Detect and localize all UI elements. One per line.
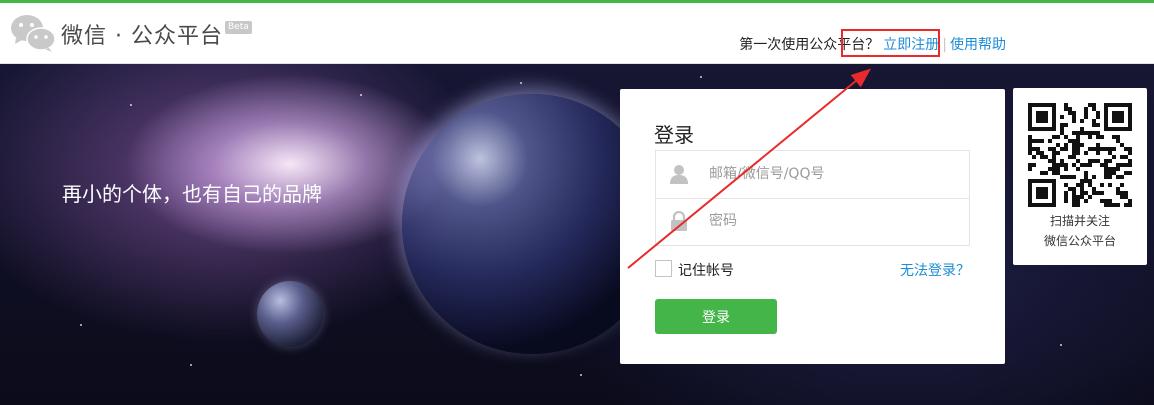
star bbox=[190, 364, 192, 366]
nav-separator: | bbox=[942, 37, 947, 53]
qr-panel: 扫描并关注 微信公众平台 bbox=[1013, 88, 1147, 265]
remember-checkbox[interactable] bbox=[655, 260, 672, 277]
star bbox=[700, 76, 702, 78]
planet-small-image bbox=[257, 281, 323, 347]
remember-label[interactable]: 记住帐号 bbox=[678, 260, 734, 280]
cannot-login-link[interactable]: 无法登录？ bbox=[900, 260, 970, 280]
help-link[interactable]: 使用帮助 bbox=[950, 37, 1006, 53]
wechat-logo-icon[interactable] bbox=[10, 13, 56, 53]
star bbox=[80, 324, 82, 326]
password-input[interactable] bbox=[709, 208, 949, 234]
login-title: 登录 bbox=[654, 123, 694, 147]
beta-badge: Beta bbox=[225, 21, 252, 34]
site-brand-title[interactable]: 微信 · 公众平台 bbox=[61, 18, 223, 50]
password-field bbox=[656, 198, 969, 245]
star bbox=[360, 94, 362, 96]
star bbox=[580, 374, 582, 376]
hero-banner: 再小的个体，也有自己的品牌 登录 记住帐号 无法登录？ bbox=[0, 64, 1154, 405]
star bbox=[1060, 344, 1062, 346]
qr-caption-line2: 微信公众平台 bbox=[1043, 234, 1116, 248]
account-input[interactable] bbox=[709, 161, 949, 187]
banner-slogan: 再小的个体，也有自己的品牌 bbox=[62, 182, 322, 206]
lock-icon bbox=[671, 211, 687, 231]
qr-caption-line1: 扫描并关注 bbox=[1049, 214, 1110, 228]
user-icon bbox=[670, 165, 688, 184]
qr-code-icon bbox=[1028, 103, 1132, 207]
login-panel: 登录 记住帐号 无法登录？ 登录 bbox=[620, 89, 1005, 364]
star bbox=[130, 104, 132, 106]
account-field bbox=[656, 151, 969, 199]
star bbox=[520, 82, 522, 84]
login-fields bbox=[655, 150, 970, 246]
register-highlight-annotation bbox=[841, 29, 940, 57]
login-button[interactable]: 登录 bbox=[655, 299, 777, 334]
site-header: 微信 · 公众平台 Beta 第一次使用公众平台？ 立即注册 | 使用帮助 bbox=[0, 3, 1154, 64]
